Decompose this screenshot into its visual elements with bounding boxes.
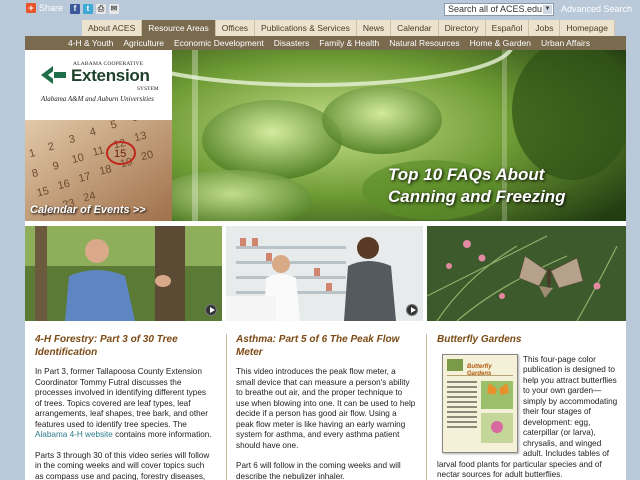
secondary-nav: 4-H & Youth Agriculture Economic Develop… [25,36,626,50]
nav-directory[interactable]: Directory [438,20,486,36]
alabama-4h-website-link[interactable]: Alabama 4-H website [35,430,113,439]
play-icon[interactable] [406,304,418,316]
nav-economic-development[interactable]: Economic Development [169,36,269,50]
nav-family-health[interactable]: Family & Health [314,36,384,50]
brochure-title: Butterfly Gardens [467,364,492,377]
nav-4h-youth[interactable]: 4-H & Youth [63,36,118,50]
share-plus-icon: + [26,3,36,13]
primary-nav: About ACES Resource Areas Offices Public… [82,20,615,36]
search-input[interactable]: Search all of ACES.edu ▼ [444,3,554,16]
hero-title[interactable]: Top 10 FAQs About Canning and Freezing [388,164,566,208]
article-forestry: 4-H Forestry: Part 3 of 30 Tree Identifi… [35,334,215,480]
svg-text:15: 15 [114,148,126,160]
nav-resource-areas[interactable]: Resource Areas [142,20,216,36]
butterfly-gardens-brochure-thumbnail[interactable]: Butterfly Gardens [442,354,518,453]
article-body-asthma-1: This video introduces the peak flow mete… [236,367,416,450]
hero-title-line2: Canning and Freezing [388,187,566,206]
column-divider [426,334,427,480]
article-body-asthma-2: Part 6 will follow in the coming weeks a… [236,461,401,480]
article-title-butterfly[interactable]: Butterfly Gardens [437,334,623,347]
nav-homepage[interactable]: Homepage [560,20,615,36]
advanced-search-link[interactable]: Advanced Search [561,4,632,14]
forestry-video-image [25,226,222,321]
facebook-icon[interactable]: f [70,4,80,14]
logo-subtitle: Alabama A&M and Auburn Universities [41,95,154,103]
nav-espanol[interactable]: Español [485,20,530,36]
main-content: ALABAMA COOPERATIVE Extension SYSTEM Ala… [25,50,626,480]
logo-main-text: Extension [71,66,150,85]
share-label: Share [39,3,64,13]
nav-jobs[interactable]: Jobs [529,20,561,36]
top-bar: + Share f t ⎙ ✉ Search all of ACES.edu ▼… [0,0,640,20]
nav-news[interactable]: News [356,20,392,36]
site-logo[interactable]: ALABAMA COOPERATIVE Extension SYSTEM Ala… [25,50,172,120]
nav-urban-affairs[interactable]: Urban Affairs [536,36,595,50]
nav-calendar[interactable]: Calendar [391,20,439,36]
nav-about-aces[interactable]: About ACES [82,20,143,36]
nav-home-garden[interactable]: Home & Garden [465,36,536,50]
logo-system-text: SYSTEM [137,86,159,92]
article-title-asthma[interactable]: Asthma: Part 5 of 6 The Peak Flow Meter [236,334,416,359]
print-icon[interactable]: ⎙ [96,4,106,14]
search-input-value: Search all of ACES.edu [448,4,543,14]
article-text: In Part 3, former Tallapoosa County Exte… [35,367,208,429]
butterfly-image[interactable] [427,226,626,321]
video-thumbnail-asthma[interactable] [226,226,423,321]
search-dropdown-icon[interactable]: ▼ [543,5,552,14]
nav-offices[interactable]: Offices [215,20,256,36]
calendar-of-events-link[interactable]: Calendar of Events >> [30,204,146,216]
hero-title-line1: Top 10 FAQs About [388,165,545,184]
share-button[interactable]: + Share [26,3,63,13]
article-body-forestry-2: Parts 3 through 30 of this video series … [35,450,210,480]
article-title-forestry[interactable]: 4-H Forestry: Part 3 of 30 Tree Identifi… [35,334,215,359]
article-asthma: Asthma: Part 5 of 6 The Peak Flow Meter … [236,334,416,480]
email-icon[interactable]: ✉ [109,4,119,14]
column-divider [226,334,227,480]
extension-logo-icon [39,64,68,86]
pharmacy-video-image [226,226,423,321]
nav-publications-services[interactable]: Publications & Services [255,20,357,36]
article-body-forestry-1: In Part 3, former Tallapoosa County Exte… [35,367,215,441]
nav-disasters[interactable]: Disasters [269,36,314,50]
article-text-end: contains more information. [115,430,212,439]
play-icon[interactable] [205,304,217,316]
calendar-of-events-promo[interactable]: 123456 8910111213 151617181920 222324 15… [25,120,172,221]
hero-banner[interactable]: Top 10 FAQs About Canning and Freezing [172,50,626,221]
nav-natural-resources[interactable]: Natural Resources [384,36,464,50]
twitter-icon[interactable]: t [83,4,93,14]
butterfly-photo [427,226,626,321]
video-thumbnail-forestry[interactable] [25,226,222,321]
nav-agriculture[interactable]: Agriculture [118,36,169,50]
